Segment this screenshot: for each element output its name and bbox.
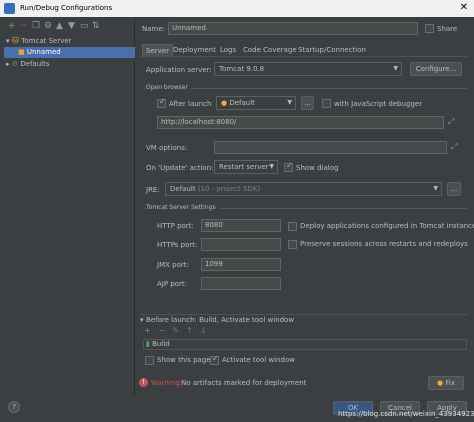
watermark: https://blog.csdn.net/weixin_43934923 xyxy=(338,410,474,418)
browser-select[interactable]: ● Default ▼ xyxy=(216,96,296,110)
move-up-icon[interactable]: ▲ xyxy=(56,21,63,31)
on-update-select[interactable]: Restart server ▼ xyxy=(214,160,278,174)
window-titlebar: Run/Debug Configurations ✕ xyxy=(0,0,474,17)
show-page-checkbox[interactable] xyxy=(145,356,154,365)
jre-browse-button[interactable]: ... xyxy=(447,182,461,196)
expand-field-icon[interactable]: ⤢ xyxy=(451,142,457,152)
browser-browse-button[interactable]: ... xyxy=(301,96,314,110)
preserve-sessions-label: Preserve sessions across restarts and re… xyxy=(300,240,468,248)
warning-label: Warning: xyxy=(151,379,183,387)
settings-icon[interactable]: ⚙ xyxy=(44,21,52,31)
before-launch-task-list[interactable]: ▮ Build xyxy=(143,339,467,350)
js-debugger-label: with JavaScript debugger xyxy=(334,100,423,108)
move-task-down-icon[interactable]: ↓ xyxy=(200,326,207,335)
bulb-icon: ● xyxy=(437,379,444,387)
open-browser-group xyxy=(143,88,467,89)
tomcat-icon: ■ xyxy=(18,48,25,56)
jmx-port-label: JMX port: xyxy=(157,261,189,269)
tab-deployment[interactable]: Deployment xyxy=(173,44,216,56)
ajp-port-input[interactable] xyxy=(201,277,281,290)
deploy-configured-label: Deploy applications configured in Tomcat… xyxy=(300,222,474,230)
remove-icon[interactable]: − xyxy=(20,21,28,31)
jre-label: JRE: xyxy=(146,186,160,194)
http-port-input[interactable]: 8080 xyxy=(201,219,281,232)
config-tree-pane xyxy=(4,18,135,396)
before-launch-divider xyxy=(140,314,468,315)
chevron-down-icon: ▼ xyxy=(393,65,398,72)
app-server-select[interactable]: Tomcat 9.0.8 ▼ xyxy=(214,62,402,76)
configure-button[interactable]: Configure... xyxy=(410,62,462,76)
share-label: Share xyxy=(437,25,458,33)
activate-tool-checkbox[interactable] xyxy=(210,354,219,365)
https-port-label: HTTPs port: xyxy=(157,241,198,249)
move-task-up-icon[interactable]: ↑ xyxy=(186,326,193,335)
deploy-configured-checkbox[interactable] xyxy=(288,222,297,231)
tomcat-settings-title: Tomcat Server Settings xyxy=(146,204,219,211)
url-input[interactable]: http://localhost:8080/ xyxy=(157,116,444,129)
show-dialog-checkbox[interactable] xyxy=(284,161,293,172)
show-page-label: Show this page xyxy=(157,356,211,364)
after-launch-label: After launch xyxy=(169,100,212,108)
tab-server[interactable]: Server xyxy=(142,44,173,56)
before-launch-title: Before launch: Build, Activate tool wind… xyxy=(146,316,295,324)
tab-code-coverage[interactable]: Code Coverage xyxy=(243,44,297,56)
show-dialog-label: Show dialog xyxy=(296,164,339,172)
defaults-icon: ⚙ xyxy=(11,60,19,68)
name-input[interactable]: Unnamed xyxy=(168,22,418,35)
remove-task-icon[interactable]: − xyxy=(159,326,166,335)
activate-tool-label: Activate tool window xyxy=(222,356,295,364)
chevron-down-icon: ▼ xyxy=(287,99,292,106)
https-port-input[interactable] xyxy=(201,238,281,251)
tree-item-defaults[interactable]: ▸ ⚙ Defaults xyxy=(6,59,50,70)
jmx-port-input[interactable]: 1099 xyxy=(201,258,281,271)
warning-icon: ! xyxy=(139,378,148,387)
ajp-port-label: AJP port: xyxy=(157,280,188,288)
edit-task-icon[interactable]: ✎ xyxy=(172,326,179,335)
fix-button[interactable]: ● Fix xyxy=(428,376,464,390)
chevron-down-icon: ▼ xyxy=(269,163,274,170)
warning-text: No artifacts marked for deployment xyxy=(181,379,307,387)
open-browser-title: Open browser xyxy=(146,84,191,91)
share-checkbox[interactable] xyxy=(425,24,434,33)
on-update-label: On 'Update' action: xyxy=(146,164,214,172)
move-down-icon[interactable]: ▼ xyxy=(68,21,75,31)
tree-item-tomcat-server[interactable]: ▾ 🐱 Tomcat Server xyxy=(6,36,72,47)
tomcat-icon: 🐱 xyxy=(11,37,20,45)
folder-icon[interactable]: ▭ xyxy=(80,21,89,31)
copy-icon[interactable]: ❐ xyxy=(32,21,40,31)
jre-hint: (10 - project SDK) xyxy=(197,185,261,193)
http-port-label: HTTP port: xyxy=(157,222,194,230)
tab-logs[interactable]: Logs xyxy=(220,44,236,56)
name-label: Name: xyxy=(142,25,166,33)
help-icon[interactable]: ? xyxy=(8,401,20,413)
vm-options-label: VM options: xyxy=(146,144,188,152)
before-launch-collapse-icon[interactable]: ▾ xyxy=(140,316,144,324)
jre-select[interactable]: Default (10 - project SDK) ▼ xyxy=(165,182,442,196)
app-server-label: Application server: xyxy=(146,66,212,74)
app-icon xyxy=(4,3,15,14)
vm-options-input[interactable] xyxy=(214,141,447,154)
sort-icon[interactable]: ⇅ xyxy=(92,21,100,31)
expand-field-icon[interactable]: ⤢ xyxy=(448,117,454,127)
chrome-icon: ● xyxy=(221,99,228,107)
tab-startup-connection[interactable]: Startup/Connection xyxy=(298,44,366,56)
tree-item-unnamed[interactable]: ■ Unnamed xyxy=(4,47,135,58)
add-icon[interactable]: + xyxy=(8,21,16,31)
add-task-icon[interactable]: + xyxy=(144,326,151,335)
chevron-down-icon: ▼ xyxy=(433,185,438,192)
task-build-label: Build xyxy=(152,340,170,348)
window-title: Run/Debug Configurations xyxy=(20,4,113,12)
build-icon: ▮ xyxy=(146,340,150,348)
preserve-sessions-checkbox[interactable] xyxy=(288,240,297,249)
js-debugger-checkbox[interactable] xyxy=(322,99,331,108)
after-launch-checkbox[interactable] xyxy=(157,97,166,108)
close-icon[interactable]: ✕ xyxy=(460,2,468,13)
tab-divider xyxy=(140,56,468,57)
